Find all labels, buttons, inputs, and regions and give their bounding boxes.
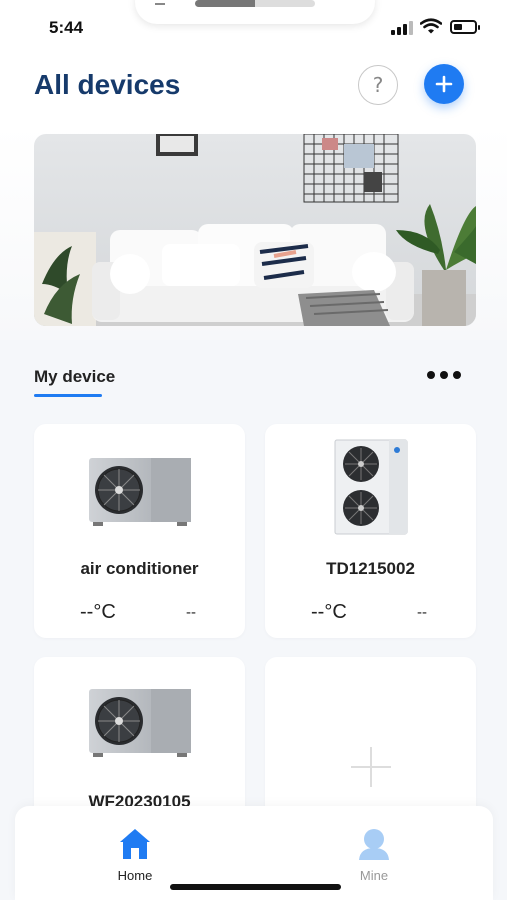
device-card[interactable]: air conditioner --°C -- [34, 424, 245, 638]
nav-home-label: Home [117, 868, 153, 883]
progress-bar-filled [195, 0, 255, 7]
banner-image [34, 134, 476, 326]
home-indicator [170, 884, 341, 890]
device-name: air conditioner [80, 559, 199, 578]
user-icon [359, 829, 389, 860]
plus-icon [351, 747, 391, 787]
tab-active-indicator [34, 394, 102, 397]
page-title: All devices [34, 69, 181, 100]
tab-my-device[interactable]: My device [34, 367, 115, 387]
home-icon [120, 829, 150, 859]
device-temperature: --°C [80, 601, 116, 623]
progress-bar-track [255, 0, 315, 7]
dynamic-island-pill [135, 0, 375, 24]
wifi-icon [420, 18, 442, 34]
device-name: TD1215002 [326, 559, 415, 578]
battery-icon [450, 20, 480, 34]
nav-mine[interactable]: Mine [314, 806, 434, 886]
heat-pump-unit-icon [334, 439, 407, 535]
more-options-button[interactable] [427, 367, 461, 383]
signal-icon [391, 21, 413, 35]
status-time: 5:44 [49, 18, 84, 37]
heat-pump-unit-icon [88, 458, 191, 526]
status-bar: 5:44 [0, 0, 507, 55]
help-button[interactable]: ? [358, 65, 398, 105]
nav-home[interactable]: Home [75, 806, 195, 886]
device-mode: -- [417, 604, 427, 621]
device-mode: -- [186, 604, 196, 621]
device-card[interactable]: TD1215002 --°C -- [265, 424, 476, 638]
device-temperature: --°C [311, 601, 347, 623]
plus-icon [435, 75, 453, 93]
question-icon: ? [372, 73, 384, 97]
wifi-small-icon [155, 0, 165, 5]
nav-mine-label: Mine [359, 868, 389, 883]
ellipsis-icon [427, 371, 435, 379]
add-device-button[interactable] [424, 64, 464, 104]
living-room-banner[interactable] [34, 134, 476, 326]
heat-pump-unit-icon [88, 689, 191, 757]
header: All devices ? [0, 55, 507, 125]
